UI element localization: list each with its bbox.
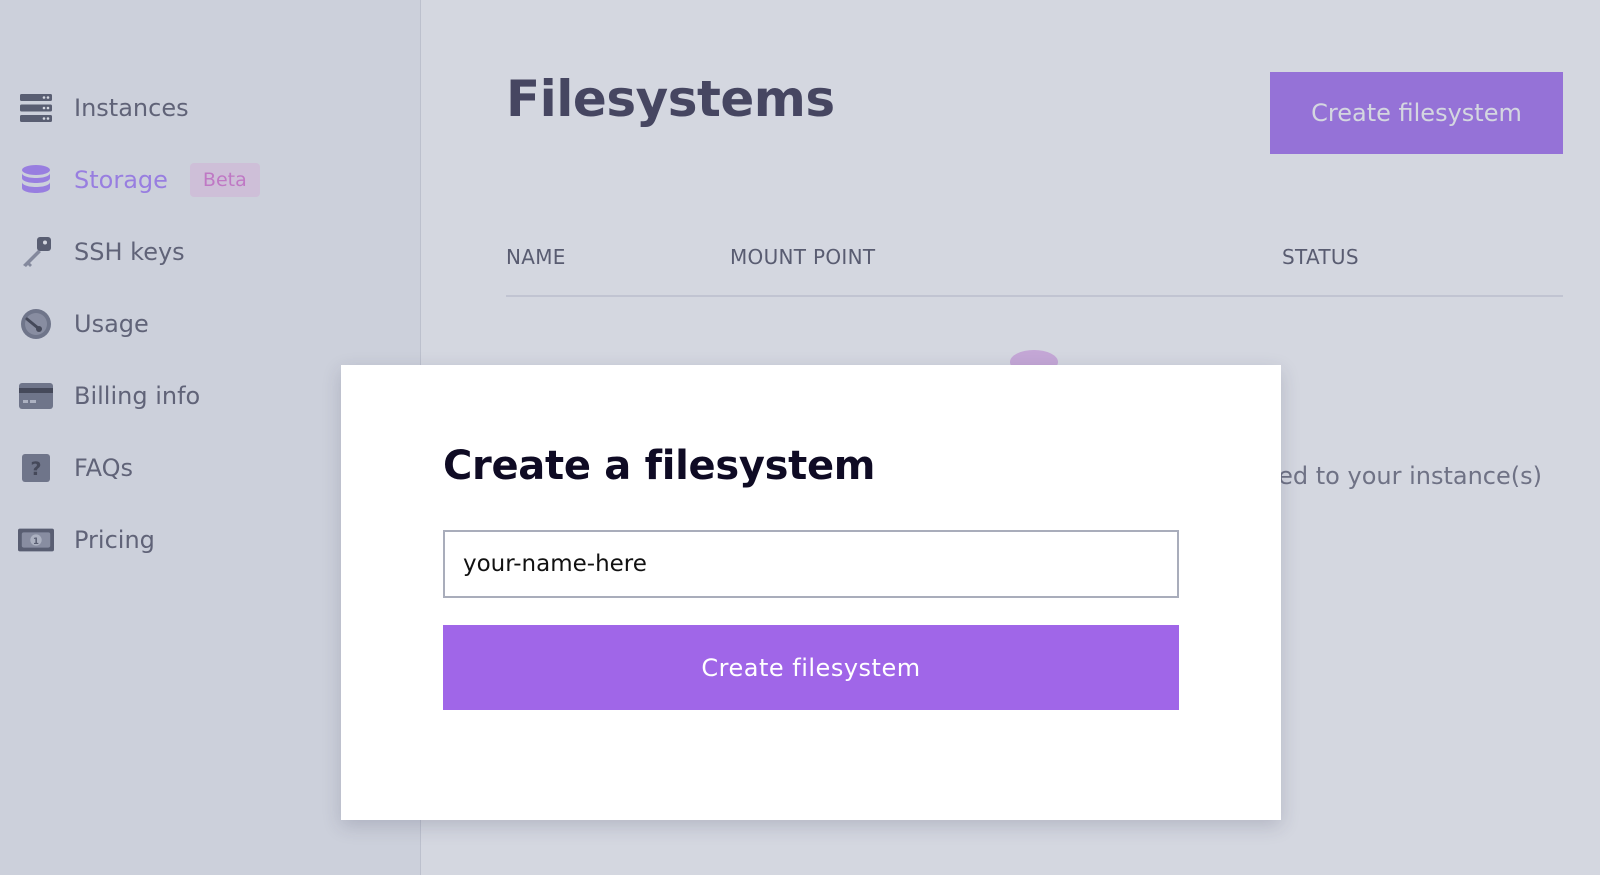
modal-title: Create a filesystem xyxy=(443,443,876,489)
create-filesystem-modal: Create a filesystem Create filesystem xyxy=(341,365,1281,820)
modal-create-filesystem-button[interactable]: Create filesystem xyxy=(443,625,1179,710)
filesystem-name-input[interactable] xyxy=(443,530,1179,598)
